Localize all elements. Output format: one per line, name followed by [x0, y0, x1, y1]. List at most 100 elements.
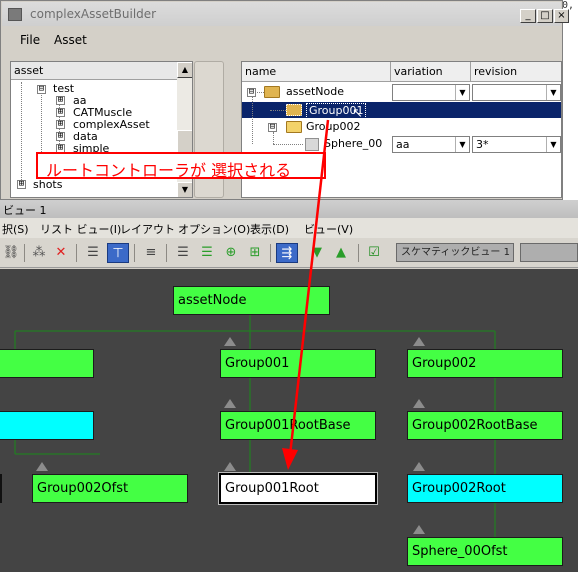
title-bar[interactable]: complexAssetBuilder _ □ × — [2, 2, 569, 26]
schematic-view-window: ビュー 1 択(S) リスト ビュー(I) レイアウト オプション(O) 表示(… — [0, 200, 578, 572]
menu-options[interactable]: オプション(O) — [178, 221, 250, 237]
dropdown-arrow-icon[interactable]: ▼ — [455, 85, 469, 100]
align-icon[interactable]: ≡ — [140, 243, 162, 263]
revision-select[interactable]: 3* ▼ — [472, 136, 561, 153]
tree-line — [273, 132, 274, 144]
connect-icon[interactable]: ⁂ — [28, 243, 50, 263]
graph-node-left-cyan[interactable] — [0, 411, 94, 440]
graph-node-partial[interactable] — [0, 474, 2, 503]
graph-node-group001-root[interactable]: Group001Root — [219, 473, 377, 504]
node-collapse-icon[interactable] — [413, 337, 425, 346]
variation-select[interactable]: aa ▼ — [392, 136, 470, 153]
node-row-group002[interactable]: Group002 — [306, 120, 360, 134]
column-header-revision[interactable]: revision — [471, 62, 561, 82]
schematic-title: ビュー 1 — [3, 204, 47, 217]
move-down-icon[interactable]: ▼ — [306, 243, 328, 263]
mesh-cube-icon — [305, 138, 319, 151]
variation-value: aa — [396, 138, 410, 151]
node-collapse-icon[interactable] — [224, 462, 236, 471]
scroll-down-icon[interactable]: ▼ — [177, 182, 192, 197]
menu-select[interactable]: 択(S) — [2, 221, 29, 237]
window-title: complexAssetBuilder — [30, 7, 157, 21]
align-left-icon[interactable]: ☰ — [172, 243, 194, 263]
tree-icon[interactable]: ⊤ — [107, 243, 129, 263]
schematic-toolbar: ⛓ ⁂ ✕ ☰ ⊤ ≡ ☰ ☰ ⊕ ⊞ ⇶ ▼ ▲ ☑ スケマティックビュー 1 — [0, 238, 578, 268]
folder-icon — [286, 104, 302, 116]
toolbar-separator — [24, 244, 25, 262]
delete-icon[interactable]: ✕ — [50, 243, 72, 263]
search-field[interactable] — [520, 243, 578, 262]
graph-node-group001-root-base[interactable]: Group001RootBase — [220, 411, 376, 440]
tree-line — [252, 96, 253, 144]
tree-line — [273, 144, 303, 145]
column-header-variation[interactable]: variation — [391, 62, 471, 82]
dropdown-arrow-icon[interactable]: ▼ — [546, 137, 560, 152]
folder-open-icon — [286, 121, 302, 133]
column-header-name[interactable]: name — [242, 62, 391, 82]
graph-node-group002-root-base[interactable]: Group002RootBase — [407, 411, 563, 440]
toolbar-separator — [358, 244, 359, 262]
graph-node-left-green[interactable] — [0, 349, 94, 378]
list-icon[interactable]: ⇶ — [276, 243, 298, 263]
node-expander[interactable]: ⊟ — [268, 123, 277, 132]
menu-asset[interactable]: Asset — [54, 33, 87, 47]
toolbar-separator — [76, 244, 77, 262]
graph-node-group001[interactable]: Group001 — [220, 349, 376, 378]
tree-expander[interactable]: ⊞ — [56, 108, 65, 117]
tree-expander[interactable]: ⊟ — [37, 85, 46, 94]
node-collapse-icon[interactable] — [224, 399, 236, 408]
menu-layout[interactable]: レイアウト — [120, 221, 175, 237]
checkbox-icon[interactable]: ☑ — [363, 243, 385, 263]
tree-expander[interactable]: ⊞ — [56, 120, 65, 129]
mouse-cursor-icon: ↖ — [352, 106, 363, 121]
app-icon — [8, 8, 22, 21]
dropdown-arrow-icon[interactable]: ▼ — [546, 85, 560, 100]
graph-node-sphere-ofst[interactable]: Sphere_00Ofst — [407, 537, 563, 566]
tree-line — [257, 92, 264, 93]
node-collapse-icon[interactable] — [413, 525, 425, 534]
tree-expander[interactable]: ⊞ — [17, 180, 26, 189]
minimize-button[interactable]: _ — [520, 9, 536, 23]
schematic-canvas[interactable]: assetNode Group001 Group002 Group001Root… — [0, 269, 578, 572]
add-node-icon[interactable]: ⊞ — [244, 243, 266, 263]
tree-header[interactable]: asset — [11, 62, 177, 80]
link-icon[interactable]: ⛓ — [0, 243, 22, 263]
align-right-icon[interactable]: ⊕ — [220, 243, 242, 263]
graph-node-group002[interactable]: Group002 — [407, 349, 563, 378]
menu-file[interactable]: File — [20, 33, 40, 47]
node-collapse-icon[interactable] — [36, 462, 48, 471]
schematic-title-bar[interactable]: ビュー 1 — [0, 200, 578, 218]
schematic-menu-bar: 択(S) リスト ビュー(I) レイアウト オプション(O) 表示(D) ビュー… — [0, 218, 578, 238]
menu-display[interactable]: 表示(D) — [250, 221, 289, 237]
view-name-field[interactable]: スケマティックビュー 1 — [396, 243, 514, 262]
graph-node-assetnode[interactable]: assetNode — [173, 286, 330, 315]
revision-select[interactable]: ▼ — [472, 84, 561, 101]
callout-text: ルートコントローラが 選択される — [46, 161, 292, 180]
menu-view[interactable]: ビュー(V) — [304, 221, 353, 237]
annotation-callout: ルートコントローラが 選択される — [36, 152, 326, 180]
asset-builder-window: complexAssetBuilder _ □ × File Asset ass… — [0, 0, 569, 200]
node-collapse-icon[interactable] — [413, 399, 425, 408]
node-collapse-icon[interactable] — [413, 462, 425, 471]
variation-select[interactable]: ▼ — [392, 84, 470, 101]
align-center-icon[interactable]: ☰ — [196, 243, 218, 263]
toolbar-separator — [270, 244, 271, 262]
tree-line — [270, 110, 286, 111]
tree-expander[interactable]: ⊞ — [56, 96, 65, 105]
dropdown-arrow-icon[interactable]: ▼ — [455, 137, 469, 152]
tree-expander[interactable]: ⊞ — [56, 132, 65, 141]
close-button[interactable]: × — [554, 9, 569, 23]
move-up-icon[interactable]: ▲ — [330, 243, 352, 263]
node-collapse-icon[interactable] — [224, 337, 236, 346]
maximize-button[interactable]: □ — [537, 9, 553, 23]
scroll-up-icon[interactable]: ▲ — [177, 62, 192, 78]
tree-item-test[interactable]: test — [53, 83, 74, 95]
graph-node-group002-root[interactable]: Group002Root — [407, 474, 563, 503]
folder-icon — [264, 86, 280, 98]
node-row-sphere[interactable]: Sphere_00 — [324, 137, 382, 151]
hierarchy-icon[interactable]: ☰ — [82, 243, 104, 263]
node-row-assetnode[interactable]: assetNode — [286, 85, 344, 99]
graph-node-group002-ofst[interactable]: Group002Ofst — [32, 474, 188, 503]
menu-list-view[interactable]: リスト ビュー(I) — [40, 221, 121, 237]
menu-bar: File Asset — [2, 29, 561, 51]
